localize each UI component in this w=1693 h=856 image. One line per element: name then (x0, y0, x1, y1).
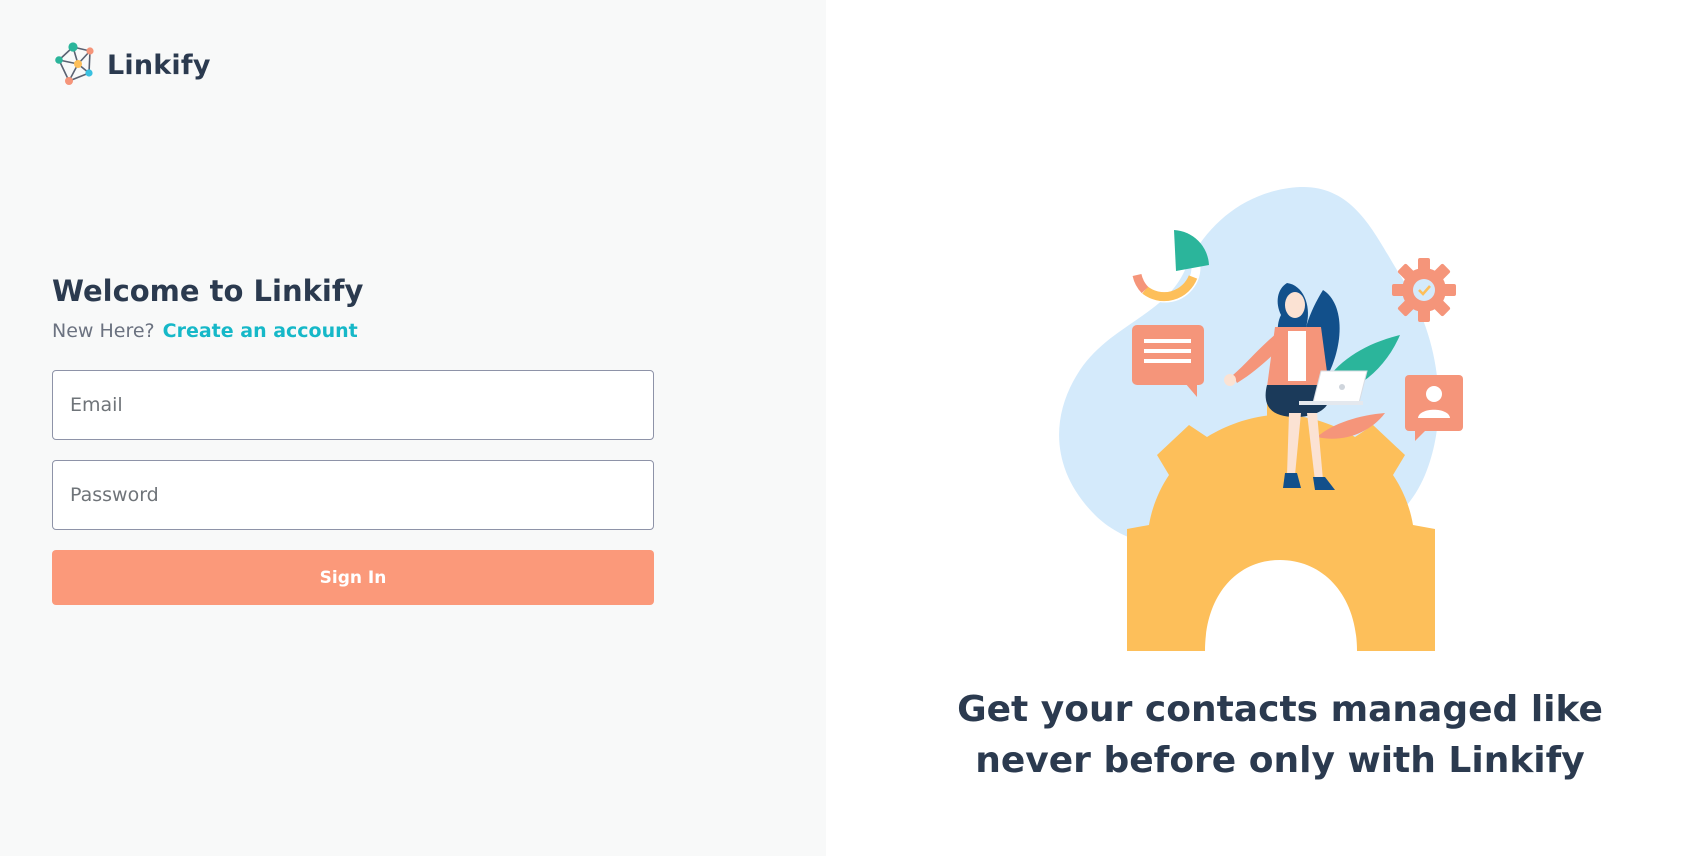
sign-in-button[interactable]: Sign In (52, 550, 654, 605)
login-panel: Linkify Welcome to Linkify New Here? Crea… (0, 0, 826, 856)
new-here-text: New Here? (52, 320, 155, 342)
signup-prompt: New Here? Create an account (52, 320, 358, 342)
woman-with-laptop-on-gear-illustration (1059, 186, 1463, 651)
create-account-link[interactable]: Create an account (163, 320, 358, 342)
network-nodes-icon (55, 42, 94, 85)
brand[interactable]: Linkify (52, 42, 211, 88)
brand-name: Linkify (107, 49, 211, 81)
settings-gear-icon (1392, 258, 1456, 322)
password-field[interactable] (52, 460, 654, 530)
page-title: Welcome to Linkify (52, 274, 364, 308)
email-field[interactable] (52, 370, 654, 440)
hero-tagline: Get your contacts managed like never bef… (957, 689, 1603, 781)
